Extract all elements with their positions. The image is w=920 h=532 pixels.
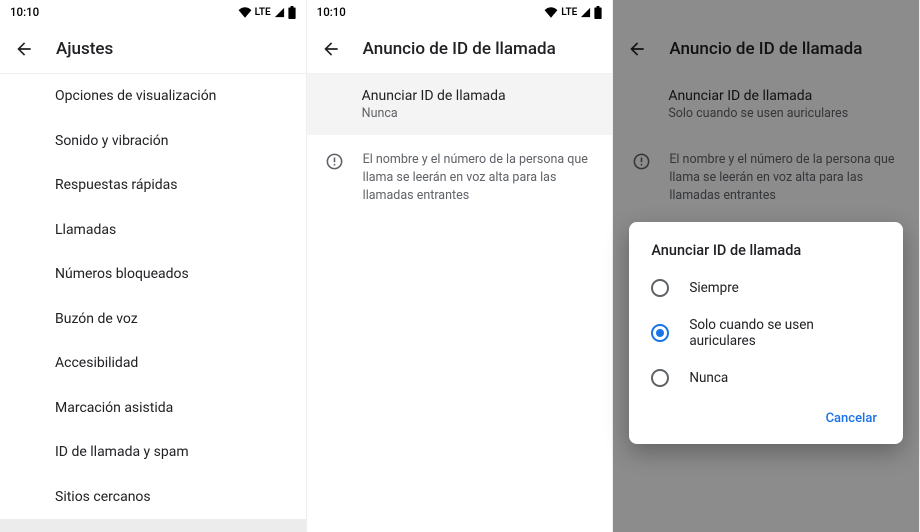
status-time: 10:10	[10, 5, 39, 19]
info-icon	[631, 151, 651, 171]
dialog-title: Anunciar ID de llamada	[629, 242, 903, 269]
status-time: 10:10	[317, 5, 346, 19]
announce-preference[interactable]: Anunciar ID de llamada Nunca	[307, 74, 613, 135]
app-bar: Anuncio de ID de llamada	[613, 24, 919, 74]
info-row: El nombre y el número de la persona que …	[613, 135, 919, 221]
status-time: 10:10	[623, 5, 652, 19]
info-row: El nombre y el número de la persona que …	[307, 135, 613, 221]
settings-list[interactable]: Opciones de visualizaciónSonido y vibrac…	[0, 74, 306, 532]
status-right: LTE	[851, 6, 909, 19]
dialog-actions: Cancelar	[629, 397, 903, 438]
signal-icon	[580, 7, 591, 18]
battery-icon	[901, 6, 909, 19]
back-arrow-icon	[321, 39, 341, 59]
info-icon	[325, 151, 345, 171]
wifi-icon	[544, 7, 558, 18]
screen-dialog: 10:10 LTE Anuncio de ID de llamada Anunc…	[613, 0, 920, 532]
pref-title: Anunciar ID de llamada	[362, 88, 597, 104]
battery-icon	[288, 6, 296, 19]
status-right: LTE	[238, 6, 296, 19]
cancel-button[interactable]: Cancelar	[816, 405, 887, 432]
screen-caller-id-announce: 10:10 LTE Anuncio de ID de llamada Anunc…	[307, 0, 614, 532]
page-title: Anuncio de ID de llamada	[669, 39, 862, 59]
radio-label: Solo cuando se usen auriculares	[689, 317, 881, 349]
radio-icon	[651, 279, 669, 297]
radio-option[interactable]: Nunca	[629, 359, 903, 397]
radio-icon	[651, 324, 669, 342]
back-button[interactable]	[621, 33, 653, 65]
pref-subtitle: Nunca	[362, 106, 597, 121]
settings-item[interactable]: Números bloqueados	[0, 252, 306, 297]
settings-item[interactable]: Llamadas	[0, 208, 306, 253]
status-bar: 10:10 LTE	[0, 0, 306, 24]
app-bar: Ajustes	[0, 24, 306, 74]
radio-option[interactable]: Siempre	[629, 269, 903, 307]
settings-item[interactable]: Accesibilidad	[0, 341, 306, 386]
back-button[interactable]	[315, 33, 347, 65]
info-text: El nombre y el número de la persona que …	[363, 151, 597, 205]
signal-icon	[274, 7, 285, 18]
screen-settings: 10:10 LTE Ajustes Opciones de visualizac…	[0, 0, 307, 532]
radio-label: Nunca	[689, 370, 728, 386]
settings-item[interactable]: Sitios cercanos	[0, 475, 306, 520]
radio-icon	[651, 369, 669, 387]
status-bar: 10:10 LTE	[613, 0, 919, 24]
settings-item[interactable]: ID de llamada y spam	[0, 430, 306, 475]
lte-label: LTE	[255, 7, 271, 18]
wifi-icon	[851, 7, 865, 18]
announce-dialog: Anunciar ID de llamada Siempre Solo cuand…	[629, 222, 903, 444]
settings-item[interactable]: Respuestas rápidas	[0, 163, 306, 208]
settings-item[interactable]: Anuncio de ID de llamada	[0, 519, 306, 532]
radio-option[interactable]: Solo cuando se usen auriculares	[629, 307, 903, 359]
announce-preference: Anunciar ID de llamada Solo cuando se us…	[613, 74, 919, 135]
pref-subtitle: Solo cuando se usen auriculares	[668, 106, 903, 121]
status-bar: 10:10 LTE	[307, 0, 613, 24]
app-bar: Anuncio de ID de llamada	[307, 24, 613, 74]
settings-item[interactable]: Opciones de visualización	[0, 74, 306, 119]
wifi-icon	[238, 7, 252, 18]
settings-item[interactable]: Buzón de voz	[0, 297, 306, 342]
info-text: El nombre y el número de la persona que …	[669, 151, 903, 205]
status-right: LTE	[544, 6, 602, 19]
lte-label: LTE	[561, 7, 577, 18]
signal-icon	[887, 7, 898, 18]
settings-item[interactable]: Marcación asistida	[0, 386, 306, 431]
page-title: Anuncio de ID de llamada	[363, 39, 556, 59]
back-button[interactable]	[8, 33, 40, 65]
back-arrow-icon	[627, 39, 647, 59]
back-arrow-icon	[14, 39, 34, 59]
radio-label: Siempre	[689, 280, 739, 296]
settings-item[interactable]: Sonido y vibración	[0, 119, 306, 164]
battery-icon	[594, 6, 602, 19]
pref-title: Anunciar ID de llamada	[668, 88, 903, 104]
page-title: Ajustes	[56, 39, 113, 59]
lte-label: LTE	[868, 7, 884, 18]
